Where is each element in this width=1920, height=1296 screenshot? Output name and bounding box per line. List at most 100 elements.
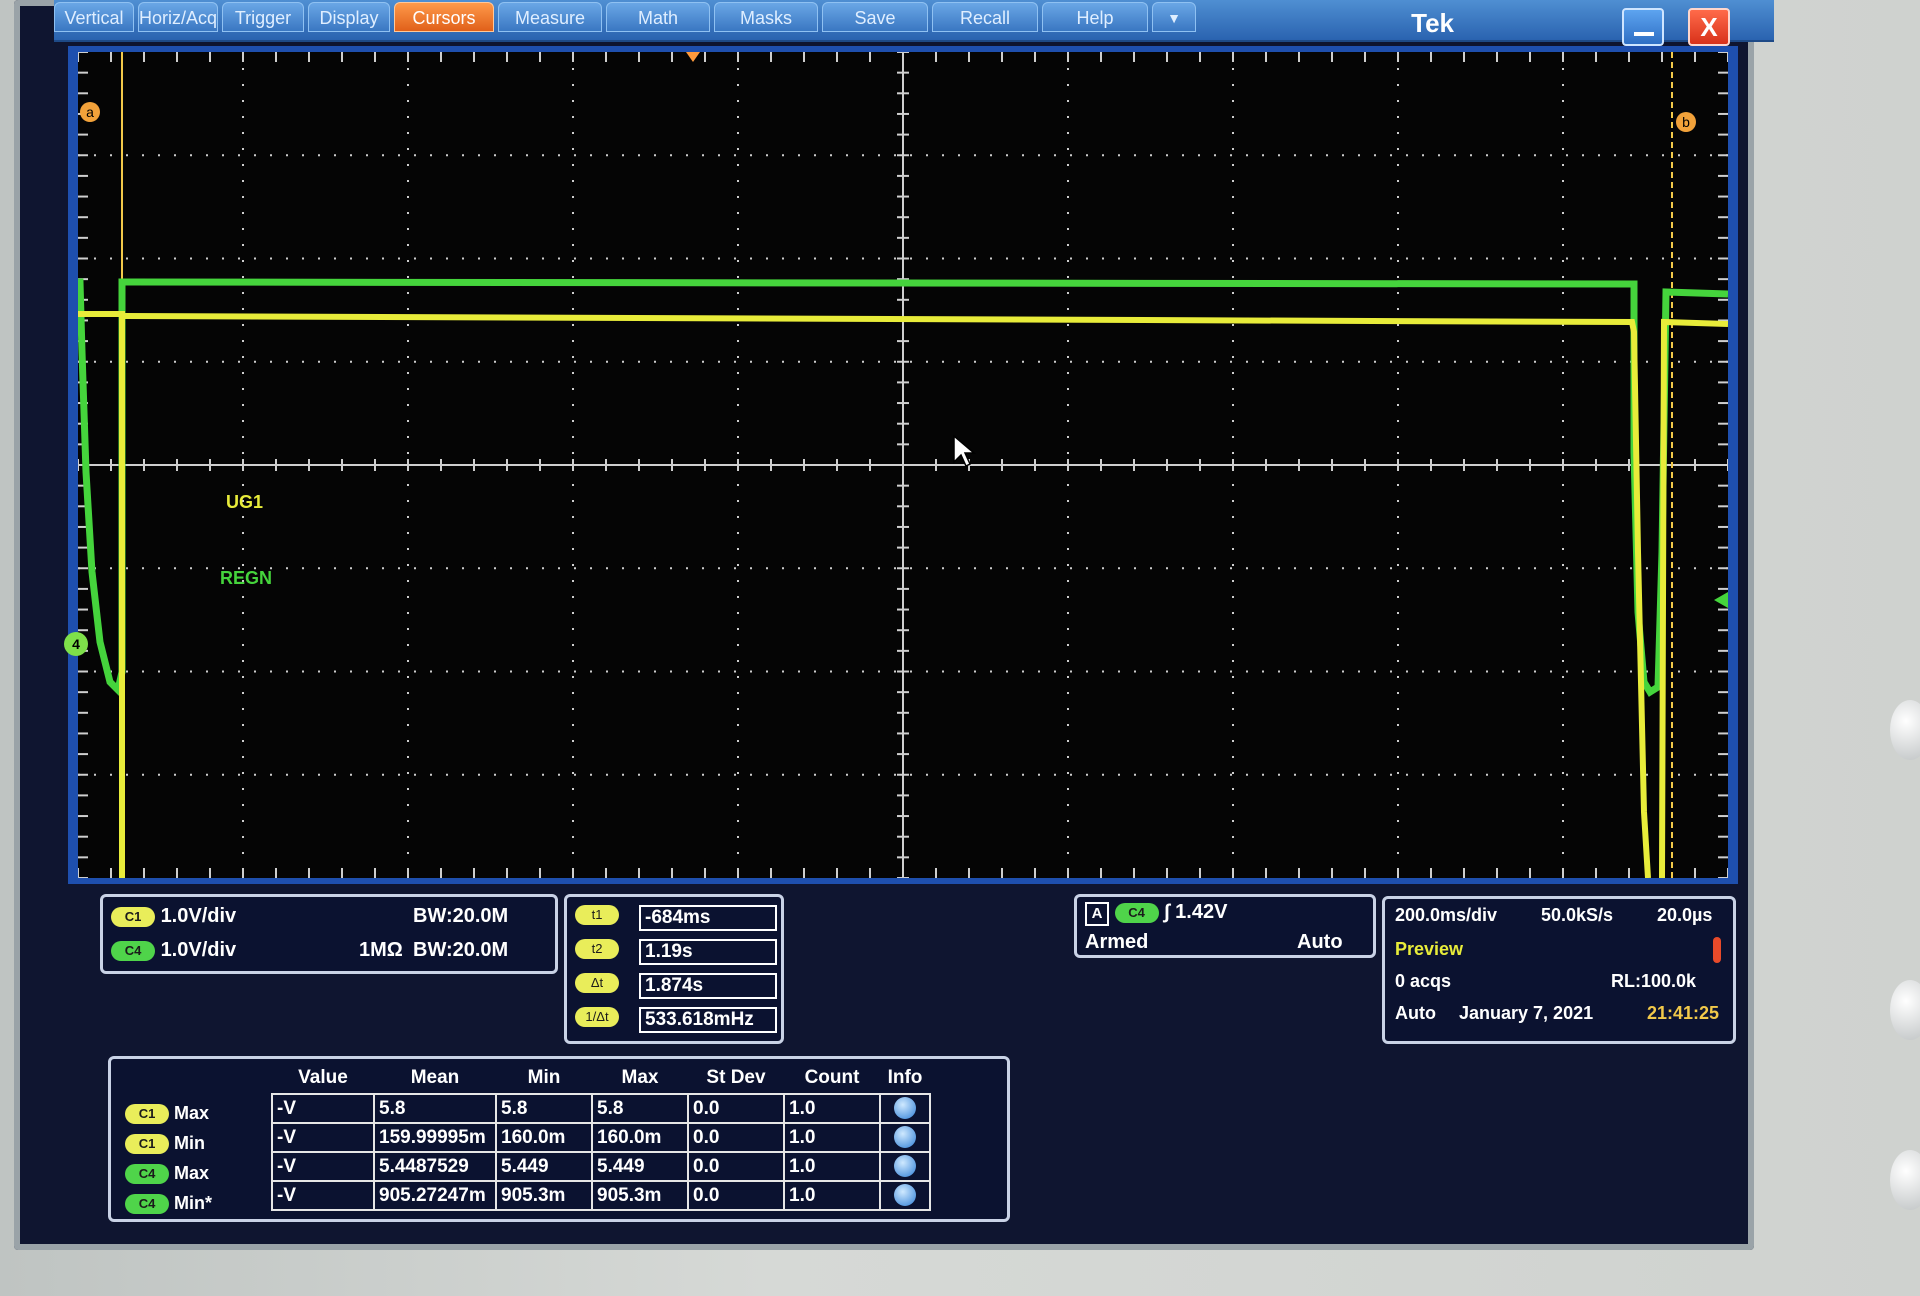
trigger-state: Armed [1085,931,1149,953]
oscilloscope-screen: Vertical Horiz/Acq Trigger Display Curso… [14,0,1774,1250]
meas-min: 160.0m [495,1122,593,1153]
meas-mean: 5.4487529 [373,1151,497,1182]
menu-more-button[interactable]: ▼ [1152,2,1196,32]
meas-stdev: 0.0 [687,1180,785,1211]
menu-recall[interactable]: Recall [932,2,1038,32]
menu-help[interactable]: Help [1042,2,1148,32]
c4-scale: 1.0V/div [160,939,237,961]
meas-max: 5.8 [591,1093,689,1124]
acquisition-count: 0 acqs [1395,971,1452,991]
trigger-position-marker[interactable] [686,52,700,62]
graticule-svg [78,52,1728,878]
time: 21:41:25 [1647,1003,1720,1023]
minimize-icon [1634,32,1654,36]
trigger-panel[interactable]: A C4 ∫ 1.42V Armed Auto [1074,894,1376,958]
menu-measure[interactable]: Measure [498,2,602,32]
c1-badge: C1 [111,906,155,927]
meas-row1-badge: C1 [125,1104,169,1125]
meas-max: 5.449 [591,1151,689,1182]
info-icon[interactable] [894,1097,916,1120]
cursor-delta-value: 1.874s [639,973,777,999]
meas-stdev: 0.0 [687,1151,785,1182]
meas-count: 1.0 [783,1180,881,1211]
menu-display[interactable]: Display [308,2,390,32]
channel-panel[interactable]: C1 1.0V/div BW:20.0M C4 1.0V/div 1MΩ BW:… [100,894,558,974]
date: January 7, 2021 [1459,1003,1594,1023]
meas-count: 1.0 [783,1122,881,1153]
cursor-t1-badge: t1 [575,905,619,925]
meas-row2-badge: C1 [125,1134,169,1155]
close-button[interactable]: X [1688,8,1730,46]
cursor-freq-value: 533.618mHz [639,1007,777,1033]
menu-math[interactable]: Math [606,2,710,32]
menu-save[interactable]: Save [822,2,928,32]
meas-min: 5.8 [495,1093,593,1124]
waveform-display[interactable]: a b 4 UG1 REGN [64,52,1728,878]
acquisition-panel[interactable]: 200.0ms/div 50.0kS/s 20.0µs Preview 0 ac… [1382,896,1736,1044]
info-icon[interactable] [894,1126,916,1149]
meas-row4-badge: C4 [125,1194,169,1215]
table-row[interactable]: -V 159.99995m 160.0m 160.0m 0.0 1.0 [271,1122,931,1153]
minimize-button[interactable] [1622,8,1664,46]
info-icon[interactable] [894,1184,916,1207]
c1-bandwidth: BW:20.0M [413,905,509,927]
menu-bar: Vertical Horiz/Acq Trigger Display Curso… [54,0,1774,42]
table-row[interactable]: -V 905.27247m 905.3m 905.3m 0.0 1.0 [271,1180,931,1211]
meas-value: -V [271,1093,375,1124]
sample-rate: 50.0kS/s [1541,905,1614,925]
label-ug1: UG1 [226,492,264,512]
meas-max: 160.0m [591,1122,689,1153]
meas-row1-label: Max [174,1103,210,1123]
grid [78,52,1728,878]
table-row[interactable]: -V 5.8 5.8 5.8 0.0 1.0 [271,1093,931,1124]
cursor-t2-badge: t2 [575,939,619,959]
col-value: Value [298,1067,348,1088]
menu-trigger[interactable]: Trigger [222,2,304,32]
col-info: Info [887,1067,923,1088]
trigger-level: 1.42V [1175,901,1228,923]
meas-mean: 905.27247m [373,1180,497,1211]
meas-value: -V [271,1180,375,1211]
menu-masks[interactable]: Masks [714,2,818,32]
meas-min: 5.449 [495,1151,593,1182]
meas-max: 905.3m [591,1180,689,1211]
cursor-b-handle[interactable]: b [1676,112,1696,132]
menu-cursors[interactable]: Cursors [394,2,494,32]
cursor-t2-value: 1.19s [639,939,777,965]
meas-min: 905.3m [495,1180,593,1211]
meas-row4-label: Min* [174,1193,213,1213]
cursor-freq-badge: 1/Δt [575,1007,619,1027]
col-mean: Mean [410,1067,460,1088]
acquisition-auto: Auto [1395,1003,1436,1023]
info-icon[interactable] [894,1155,916,1178]
meas-row3-badge: C4 [125,1164,169,1185]
trigger-mode-letter: A [1085,902,1109,926]
meas-count: 1.0 [783,1093,881,1124]
ch4-ground-marker[interactable]: 4 [64,632,88,656]
meas-row2-label: Min [174,1133,206,1153]
measurement-panel[interactable]: C1 Max C1 Min C4 Max C4 Min* Value Mean … [108,1056,1010,1222]
trigger-mode: Auto [1297,931,1343,953]
rising-edge-icon: ∫ [1164,901,1170,923]
cursor-delta-badge: Δt [575,973,619,993]
menu-horiz-acq[interactable]: Horiz/Acq [138,2,218,32]
col-min: Min [527,1067,561,1088]
resolution: 20.0µs [1657,905,1713,925]
acquisition-status: Preview [1395,939,1464,959]
cursor-readout-panel[interactable]: t1 -684ms t2 1.19s Δt 1.874s 1/Δt 533.618mHz [564,894,784,1044]
cursor-a-handle[interactable]: a [80,102,100,122]
trigger-source-badge: C4 [1114,902,1159,923]
mouse-pointer-icon [953,434,976,468]
ch4-level-arrow [1714,592,1728,608]
thermometer-icon [1713,937,1721,963]
record-length: RL:100.0k [1611,971,1697,991]
c4-bandwidth: BW:20.0M [413,939,509,961]
table-row[interactable]: -V 5.4487529 5.449 5.449 0.0 1.0 [271,1151,931,1182]
info-area: C1 1.0V/div BW:20.0M C4 1.0V/div 1MΩ BW:… [68,884,1738,1234]
meas-stdev: 0.0 [687,1122,785,1153]
col-max: Max [621,1067,659,1088]
c4-badge: C4 [111,940,155,961]
c4-impedance: 1MΩ [359,939,403,961]
c1-scale: 1.0V/div [160,905,237,927]
menu-vertical[interactable]: Vertical [54,2,134,32]
